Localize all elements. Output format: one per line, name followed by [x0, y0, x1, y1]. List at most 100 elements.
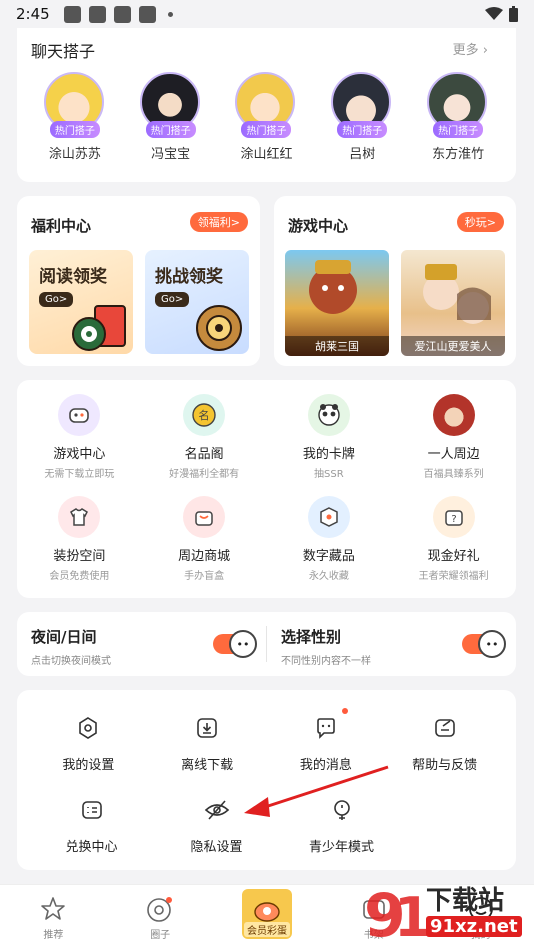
partner-name: 冯宝宝: [151, 147, 191, 162]
unread-dot: [341, 708, 348, 714]
ticket-icon: [78, 796, 106, 824]
eye-off-icon: [203, 796, 231, 824]
download-icon: [193, 714, 221, 742]
grid-item-dress-up[interactable]: 装扮空间 会员免费使用: [24, 496, 134, 582]
toggle-subtitle: 点击切换夜间模式: [31, 656, 111, 667]
grid-item-yiren-merch[interactable]: 一人周边 百福具臻系列: [399, 394, 509, 480]
grid-label: 数字藏品: [302, 549, 355, 564]
grid-item-mingpinge[interactable]: 名 名品阁 好漫福利全都有: [149, 394, 259, 480]
target-book-icon: [72, 305, 126, 351]
teen-mode-button[interactable]: 青少年模式: [279, 796, 404, 855]
game-center-card: 游戏中心 秒玩> 胡莱三国 爱江山更爱美人: [274, 196, 516, 366]
message-icon: [312, 714, 340, 742]
night-mode-switch[interactable]: ••: [213, 630, 257, 658]
hot-badge: 热门搭子: [145, 121, 196, 138]
game-card[interactable]: 爱江山更爱美人: [401, 250, 505, 356]
game-character-image: [423, 264, 491, 324]
panda-card-icon: [307, 394, 350, 436]
member-egg-icon: 会员彩蛋: [241, 889, 292, 939]
get-welfare-button[interactable]: 领福利>: [189, 212, 248, 232]
battery-icon: [509, 6, 518, 22]
notification-icon: [88, 5, 106, 23]
watermark-brand: 下载站: [426, 886, 505, 916]
hot-badge: 热门搭子: [337, 121, 388, 138]
notification-icon: [113, 5, 131, 23]
settings-label: 隐私设置: [190, 840, 243, 855]
circle-icon: [147, 897, 173, 922]
mingpin-icon: 名: [183, 394, 226, 436]
grid-label: 装扮空间: [53, 549, 106, 564]
tab-label: 会员彩蛋: [243, 922, 290, 937]
gender-toggle-row[interactable]: 选择性别 不同性别内容不一样 ••: [267, 612, 516, 676]
partner-name: 涂山红红: [240, 147, 293, 162]
grid-sub: 无需下载立即玩: [44, 469, 115, 480]
privacy-settings-button[interactable]: 隐私设置: [154, 796, 279, 855]
hot-badge: 热门搭子: [433, 121, 484, 138]
settings-label: 离线下载: [181, 758, 234, 773]
cube-icon: [307, 496, 350, 538]
more-link[interactable]: 更多 ›: [453, 39, 488, 58]
toggle-subtitle: 不同性别内容不一样: [281, 656, 371, 667]
grid-label: 现金好礼: [427, 549, 480, 564]
grid-item-my-cards[interactable]: 我的卡牌 抽SSR: [274, 394, 384, 480]
tab-recommend[interactable]: 推荐: [8, 885, 98, 950]
partner-item[interactable]: 热门搭子 东方淮竹: [418, 72, 498, 162]
gamepad-icon: [58, 394, 101, 436]
settings-card: 我的设置 离线下载 我的消息 帮助与反馈 兑换中心 隐私设置 青少年模式: [17, 690, 516, 870]
tab-label: 推荐: [43, 930, 64, 941]
game-caption: 爱江山更爱美人: [401, 336, 505, 356]
my-messages-button[interactable]: 我的消息: [267, 708, 386, 773]
grid-label: 名品阁: [184, 447, 224, 462]
star-icon: [41, 897, 66, 920]
settings-label: 帮助与反馈: [412, 758, 478, 773]
toggle-title: 选择性别: [281, 628, 342, 646]
partner-item[interactable]: 热门搭子 吕树: [322, 72, 402, 162]
instant-play-button[interactable]: 秒玩>: [456, 212, 504, 232]
character-avatar-icon: [432, 394, 475, 436]
partner-item[interactable]: 热门搭子 涂山苏苏: [35, 72, 115, 162]
offline-download-button[interactable]: 离线下载: [148, 714, 267, 773]
partner-item[interactable]: 热门搭子 涂山红红: [226, 72, 306, 162]
partner-name: 吕树: [349, 147, 376, 162]
gender-switch[interactable]: ••: [462, 630, 506, 658]
settings-icon: [74, 714, 102, 742]
grid-label: 我的卡牌: [302, 447, 355, 462]
grid-sub: 王者荣耀领福利: [418, 571, 489, 582]
svg-text:名: 名: [199, 408, 210, 422]
grid-sub: 永久收藏: [308, 571, 349, 582]
edit-note-icon: [431, 714, 459, 742]
partner-name: 涂山苏苏: [48, 147, 101, 162]
section-title: 游戏中心: [288, 217, 349, 235]
game-card[interactable]: 胡莱三国: [285, 250, 389, 356]
my-settings-button[interactable]: 我的设置: [29, 714, 148, 773]
store-box-icon: [183, 496, 226, 538]
partner-item[interactable]: 热门搭子 冯宝宝: [131, 72, 211, 162]
feature-grid: 游戏中心 无需下载立即玩 名 名品阁 好漫福利全都有 我的卡牌 抽SSR 一人周…: [17, 380, 516, 598]
hot-badge: 热门搭子: [241, 121, 292, 138]
redeem-center-button[interactable]: 兑换中心: [29, 796, 154, 855]
night-mode-toggle-row[interactable]: 夜间/日间 点击切换夜间模式 ••: [17, 612, 266, 676]
shirt-icon: [58, 496, 101, 538]
tab-member-easter-egg[interactable]: 会员彩蛋: [222, 885, 312, 950]
grid-item-merch-store[interactable]: 周边商城 手办盲盒: [149, 496, 259, 582]
notification-icon: [138, 5, 156, 23]
chat-partners-card: 聊天搭子 更多 › 热门搭子 涂山苏苏 热门搭子 冯宝宝 热门搭子 涂山红红 热…: [17, 28, 516, 182]
tab-circle[interactable]: 圈子: [115, 885, 205, 950]
game-character-image: [309, 260, 357, 314]
hot-badge: 热门搭子: [49, 121, 100, 138]
partner-name: 东方淮竹: [432, 147, 485, 162]
status-bar: 2:45: [0, 0, 534, 28]
challenge-reward-card[interactable]: 挑战领奖 Go>: [145, 250, 249, 354]
game-caption: 胡莱三国: [285, 336, 389, 356]
read-reward-card[interactable]: 阅读领奖 Go>: [29, 250, 133, 354]
grid-item-cash-gift[interactable]: ? 现金好礼 王者荣耀领福利: [399, 496, 509, 582]
grid-item-digital-collectibles[interactable]: 数字藏品 永久收藏: [274, 496, 384, 582]
grid-item-game-center[interactable]: 游戏中心 无需下载立即玩: [24, 394, 134, 480]
help-feedback-button[interactable]: 帮助与反馈: [385, 714, 504, 773]
section-title: 福利中心: [31, 217, 92, 235]
site-watermark: 9 1 下载站 91xz.net: [360, 870, 530, 950]
section-title: 聊天搭子: [31, 42, 96, 61]
settings-label: 青少年模式: [308, 840, 374, 855]
promo-text: 阅读领奖: [39, 267, 107, 287]
settings-label: 兑换中心: [65, 840, 118, 855]
